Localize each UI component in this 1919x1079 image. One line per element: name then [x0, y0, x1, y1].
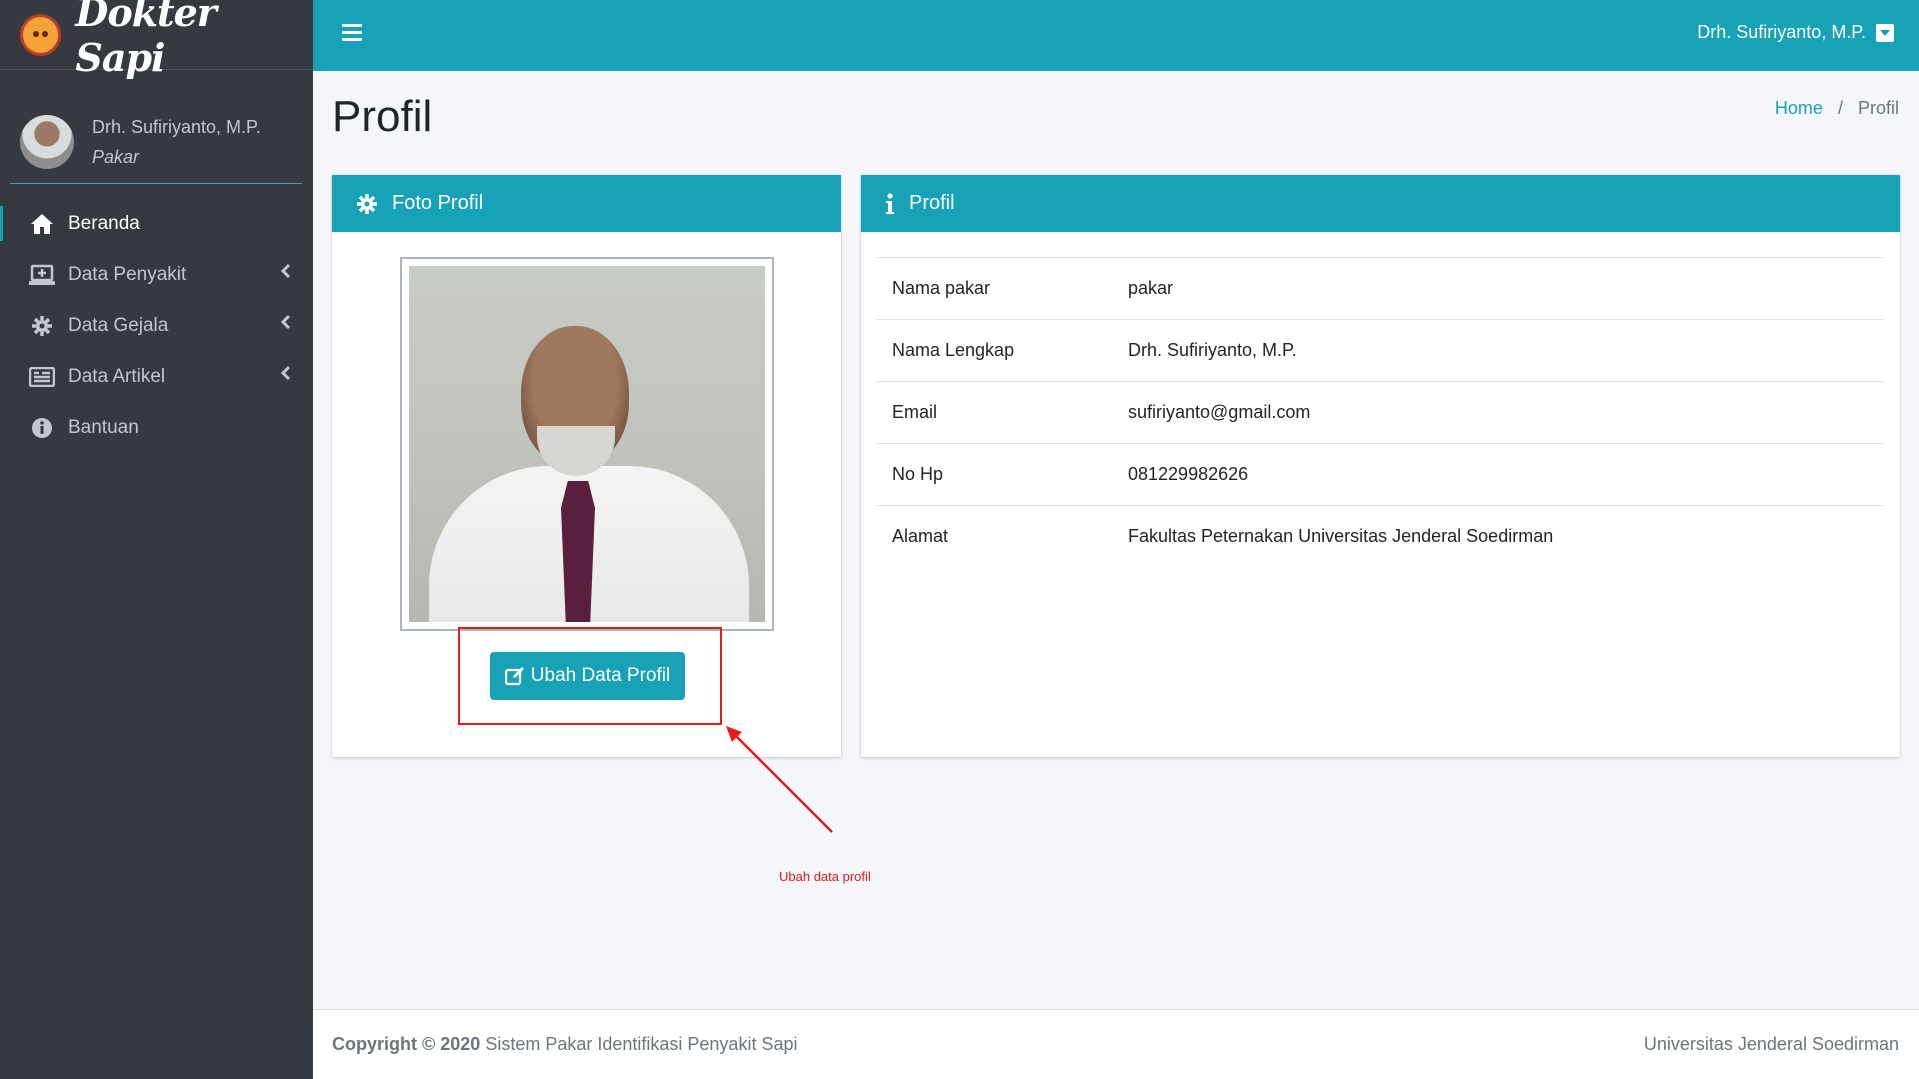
row-value: pakar	[1128, 278, 1174, 298]
row-label: Nama Lengkap	[892, 340, 1015, 360]
caret-square-down-icon	[1876, 23, 1894, 42]
row-label: Nama pakar	[892, 278, 991, 298]
user-panel: Drh. Sufiriyanto, M.P. Pakar	[0, 70, 313, 184]
breadcrumb-current: Profil	[1857, 98, 1899, 118]
top-user-name: Drh. Sufiriyanto, M.P.	[1697, 22, 1866, 42]
page-title: Profil	[332, 92, 433, 141]
sidebar-nav: Beranda Data Penyakit Data Gejala Data A…	[0, 198, 313, 453]
cog-icon	[356, 193, 378, 215]
row-label: Alamat	[892, 526, 949, 546]
sidebar-item-label: Data Artikel	[68, 365, 166, 387]
breadcrumb-separator: /	[1837, 98, 1843, 118]
profile-card-title: Profil	[909, 192, 955, 214]
photo-card-title: Foto Profil	[392, 192, 484, 214]
sidebar-item-data-artikel[interactable]: Data Artikel	[0, 351, 313, 402]
profile-card-header: Profil	[861, 175, 1900, 232]
breadcrumb-home-link[interactable]: Home	[1775, 98, 1823, 118]
row-label: Email	[892, 402, 938, 422]
home-icon	[28, 212, 56, 236]
user-dropdown[interactable]: Drh. Sufiriyanto, M.P.	[1697, 22, 1894, 43]
footer-right-text: Universitas Jenderal Soedirman	[1643, 1034, 1899, 1054]
profile-card: Profil Nama pakar pakar Nama Lengkap Drh…	[861, 175, 1900, 757]
chevron-left-icon	[280, 263, 291, 284]
brand-link[interactable]: Dokter Sapi	[0, 0, 313, 80]
footer: Copyright © 2020 Sistem Pakar Identifika…	[313, 1009, 1919, 1079]
row-value: Fakultas Peternakan Universitas Jenderal…	[1128, 526, 1554, 546]
profile-photo	[400, 257, 774, 631]
table-row: Nama pakar pakar	[877, 258, 1883, 320]
photo-card-header: Foto Profil	[332, 175, 841, 232]
sidebar-item-label: Beranda	[68, 212, 140, 234]
cow-logo-icon	[20, 13, 62, 56]
sidebar-user-role: Pakar	[92, 147, 140, 167]
sidebar-item-label: Bantuan	[68, 416, 139, 438]
top-navbar: Drh. Sufiriyanto, M.P.	[313, 0, 1919, 71]
sidebar-item-label: Data Gejala	[68, 314, 169, 336]
menu-toggle-icon[interactable]	[342, 24, 362, 42]
sidebar-user-name[interactable]: Drh. Sufiriyanto, M.P.	[92, 112, 261, 142]
row-value: Drh. Sufiriyanto, M.P.	[1128, 340, 1297, 360]
profile-table: Nama pakar pakar Nama Lengkap Drh. Sufir…	[877, 257, 1883, 567]
laptop-medical-icon	[28, 263, 56, 287]
row-label: No Hp	[892, 464, 944, 484]
sidebar: Dokter Sapi Drh. Sufiriyanto, M.P. Pakar…	[0, 0, 313, 1079]
table-row: Nama Lengkap Drh. Sufiriyanto, M.P.	[877, 320, 1883, 382]
footer-copyright-text: Sistem Pakar Identifikasi Penyakit Sapi	[485, 1034, 798, 1054]
sidebar-item-data-penyakit[interactable]: Data Penyakit	[0, 249, 313, 300]
row-value: 081229982626	[1128, 464, 1249, 484]
table-row: No Hp 081229982626	[877, 444, 1883, 506]
sidebar-item-data-gejala[interactable]: Data Gejala	[0, 300, 313, 351]
info-icon	[885, 192, 895, 215]
table-row: Email sufiriyanto@gmail.com	[877, 382, 1883, 444]
annotation-text: Ubah data profil	[779, 869, 871, 884]
brand-name: Dokter Sapi	[75, 0, 216, 80]
annotation-arrow-icon	[726, 726, 833, 833]
chevron-left-icon	[280, 314, 291, 335]
newspaper-icon	[28, 365, 56, 389]
breadcrumb: Home / Profil	[1775, 98, 1899, 119]
sidebar-item-label: Data Penyakit	[68, 263, 187, 285]
chevron-left-icon	[280, 365, 291, 386]
table-row: Alamat Fakultas Peternakan Universitas J…	[877, 506, 1883, 567]
sidebar-item-bantuan[interactable]: Bantuan	[0, 402, 313, 453]
row-value: sufiriyanto@gmail.com	[1128, 402, 1311, 422]
info-circle-icon	[28, 416, 56, 440]
footer-copyright: Copyright © 2020 Sistem Pakar Identifika…	[332, 1034, 797, 1055]
divider	[10, 183, 302, 184]
sidebar-item-beranda[interactable]: Beranda	[0, 198, 313, 249]
cog-icon	[28, 314, 56, 338]
avatar	[20, 115, 74, 169]
annotation-highlight-box	[458, 627, 722, 725]
footer-copyright-bold: Copyright © 2020	[332, 1034, 481, 1054]
